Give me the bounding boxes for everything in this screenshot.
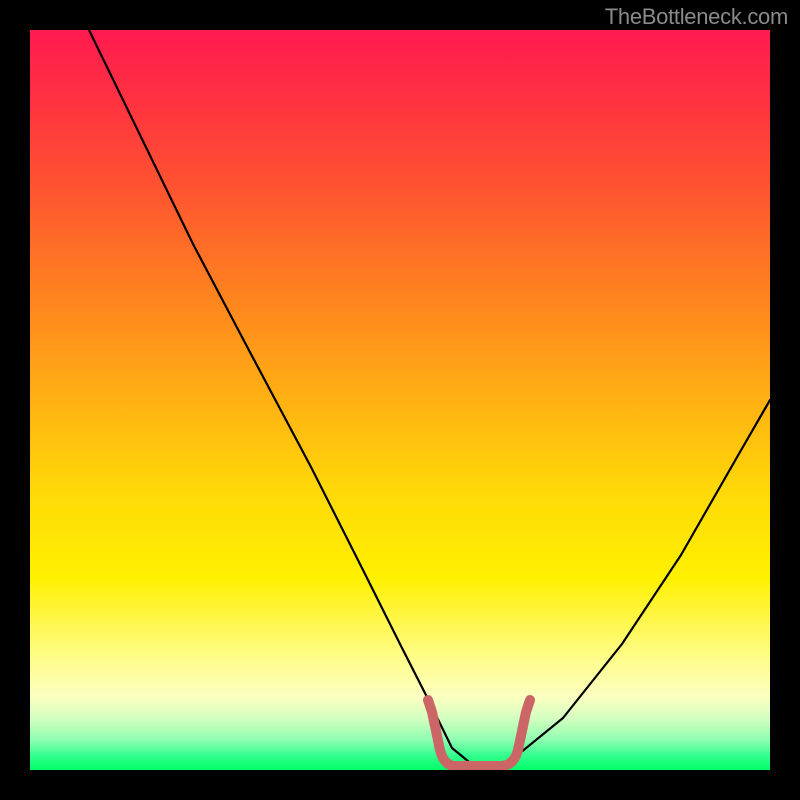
bottleneck-curve bbox=[89, 30, 770, 766]
chart-frame: TheBottleneck.com bbox=[0, 0, 800, 800]
watermark-label: TheBottleneck.com bbox=[605, 4, 788, 30]
plot-area bbox=[30, 30, 770, 770]
chart-svg bbox=[30, 30, 770, 770]
flat-bottom-marker bbox=[428, 700, 530, 766]
